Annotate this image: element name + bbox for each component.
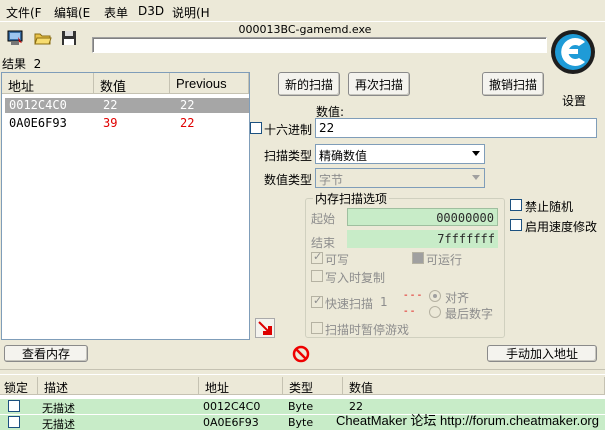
- next-scan-button[interactable]: 再次扫描: [348, 72, 410, 96]
- clear-list-button[interactable]: [291, 344, 311, 364]
- writable-label: 可写: [325, 253, 350, 267]
- undo-scan-button[interactable]: 撤销扫描: [482, 72, 544, 96]
- result-previous: 22: [180, 98, 195, 112]
- open-process-button[interactable]: [4, 27, 26, 49]
- start-address-input[interactable]: 00000000: [347, 208, 498, 226]
- menu-help[interactable]: 说明(H: [172, 4, 210, 21]
- menu-d3d[interactable]: D3D: [138, 4, 164, 18]
- process-title: 000013BC-gamemd.exe: [238, 23, 372, 36]
- pause-game-checkbox[interactable]: [311, 322, 323, 334]
- hex-checkbox[interactable]: [250, 122, 262, 134]
- result-value: 22: [103, 98, 118, 112]
- dashes-decoration: - - -- -: [404, 290, 422, 317]
- scan-progress-bar: [92, 37, 547, 53]
- row-address: 0A0E6F93: [203, 416, 259, 429]
- row-type: Byte: [288, 416, 314, 429]
- lock-checkbox[interactable]: [8, 416, 20, 428]
- scan-type-label: 扫描类型: [264, 149, 313, 163]
- aligned-radio[interactable]: [429, 290, 441, 302]
- fast-scan-value[interactable]: 1: [380, 295, 388, 309]
- cheat-engine-logo-icon: [551, 30, 595, 74]
- column-header-address[interactable]: 地址: [2, 73, 94, 94]
- open-file-button[interactable]: [32, 27, 54, 49]
- column-header-lock[interactable]: 锁定: [0, 377, 38, 395]
- column-header-previous[interactable]: Previous: [170, 73, 249, 94]
- column-header-type[interactable]: 类型: [283, 377, 343, 395]
- fast-scan-label: 快速扫描: [325, 297, 374, 311]
- results-list[interactable]: 地址 数值 Previous 0012C4C0 22 22 0A0E6F93 3…: [1, 72, 250, 340]
- column-header-value[interactable]: 数值: [94, 73, 170, 94]
- folder-icon: [34, 33, 52, 45]
- add-to-list-button[interactable]: [255, 318, 275, 338]
- last-digits-label: 最后数字: [445, 307, 494, 321]
- chevron-down-icon: [472, 151, 480, 156]
- writable-checkbox[interactable]: [311, 250, 323, 264]
- result-address: 0A0E6F93: [9, 116, 67, 130]
- save-button[interactable]: [58, 27, 80, 49]
- column-header-address[interactable]: 地址: [199, 377, 283, 395]
- settings-label[interactable]: 设置: [562, 92, 586, 109]
- result-value: 39: [103, 116, 118, 130]
- value-type-select[interactable]: 字节: [315, 168, 485, 188]
- pause-game-label: 扫描时暂停游戏: [325, 323, 410, 337]
- menu-edit[interactable]: 编辑(E: [54, 4, 90, 21]
- disable-random-checkbox[interactable]: [510, 199, 522, 211]
- row-address: 0012C4C0: [203, 400, 261, 413]
- value-type-value: 字节: [319, 173, 344, 187]
- fast-scan-checkbox[interactable]: [311, 294, 323, 308]
- add-address-manually-button[interactable]: 手动加入地址: [487, 345, 597, 362]
- result-row[interactable]: 0012C4C0 22 22: [5, 98, 249, 113]
- computer-icon: [7, 30, 23, 45]
- menu-table[interactable]: 表单: [104, 4, 128, 21]
- column-header-description[interactable]: 描述: [38, 377, 199, 395]
- enable-speedhack-checkbox[interactable]: [510, 219, 522, 231]
- menu-bar: 文件(F 编辑(E 表单 D3D 说明(H: [0, 0, 605, 22]
- lock-checkbox[interactable]: [8, 400, 20, 412]
- row-description: 无描述: [42, 402, 75, 415]
- aligned-label: 对齐: [445, 291, 470, 305]
- floppy-disk-icon: [62, 31, 76, 45]
- start-address-label: 起始: [311, 212, 336, 226]
- new-scan-button[interactable]: 新的扫描: [278, 72, 340, 96]
- value-input[interactable]: 22: [315, 118, 597, 138]
- copy-on-write-checkbox[interactable]: [311, 270, 323, 282]
- row-type: Byte: [288, 400, 314, 413]
- results-label: 结果 2: [2, 57, 42, 71]
- result-previous: 22: [180, 116, 195, 130]
- disable-random-label: 禁止随机: [525, 200, 574, 214]
- scan-type-value: 精确数值: [319, 149, 368, 163]
- executable-label: 可运行: [426, 253, 463, 267]
- chevron-down-icon: [472, 175, 480, 180]
- end-address-label: 结束: [311, 236, 336, 250]
- last-digits-radio[interactable]: [429, 306, 441, 318]
- value-type-label: 数值类型: [264, 173, 313, 187]
- memory-scan-options-title: 内存扫描选项: [313, 190, 390, 207]
- forum-watermark: CheatMaker 论坛 http://forum.cheatmaker.or…: [336, 413, 599, 428]
- scan-type-select[interactable]: 精确数值: [315, 144, 485, 164]
- cheat-engine-logo-button[interactable]: [546, 26, 604, 86]
- view-memory-button[interactable]: 查看内存: [4, 345, 88, 362]
- column-header-value[interactable]: 数值: [343, 377, 605, 395]
- hex-label: 十六进制: [264, 123, 313, 137]
- result-address: 0012C4C0: [9, 98, 67, 112]
- panel-splitter[interactable]: [0, 369, 605, 375]
- executable-checkbox[interactable]: [412, 252, 424, 264]
- enable-speedhack-label: 启用速度修改: [525, 220, 598, 234]
- no-entry-icon: [292, 345, 310, 363]
- row-description: 无描述: [42, 418, 75, 431]
- copy-on-write-label: 写入时复制: [325, 271, 386, 285]
- result-row[interactable]: 0A0E6F93 39 22: [5, 116, 249, 131]
- end-address-input[interactable]: 7fffffff: [347, 230, 498, 248]
- red-arrow-icon: [258, 321, 272, 335]
- results-count: 2: [33, 57, 42, 71]
- menu-file[interactable]: 文件(F: [6, 4, 42, 21]
